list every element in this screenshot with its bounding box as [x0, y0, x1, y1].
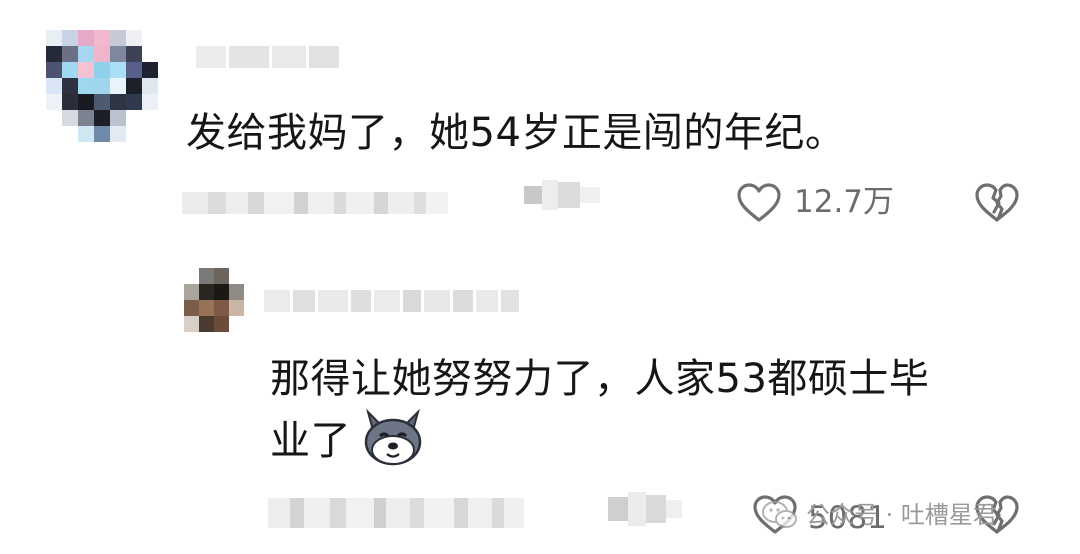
like-count: 12.7万: [794, 184, 895, 220]
comment-meta: [268, 498, 524, 528]
reply-text: 业了: [270, 418, 351, 464]
wechat-icon: [762, 500, 798, 530]
heart-outline-icon: [736, 182, 782, 224]
comment-text: 发给我妈了，她54岁正是闯的年纪。: [186, 110, 846, 156]
avatar[interactable]: [46, 30, 158, 142]
broken-heart-icon: [974, 182, 1022, 224]
reply-button[interactable]: [524, 180, 600, 210]
watermark-text: 公众号 · 吐槽星君: [806, 501, 997, 529]
reply-text: 那得让她努努力了，人家53都硕士毕: [270, 356, 930, 402]
avatar[interactable]: [184, 268, 244, 332]
dislike-button[interactable]: [974, 182, 1022, 224]
reply-button[interactable]: [608, 492, 682, 526]
username[interactable]: [264, 290, 519, 312]
like-button[interactable]: 12.7万: [736, 180, 906, 224]
husky-dog-emoji: [360, 406, 426, 470]
username[interactable]: [196, 46, 339, 68]
comment-meta: [182, 192, 448, 214]
